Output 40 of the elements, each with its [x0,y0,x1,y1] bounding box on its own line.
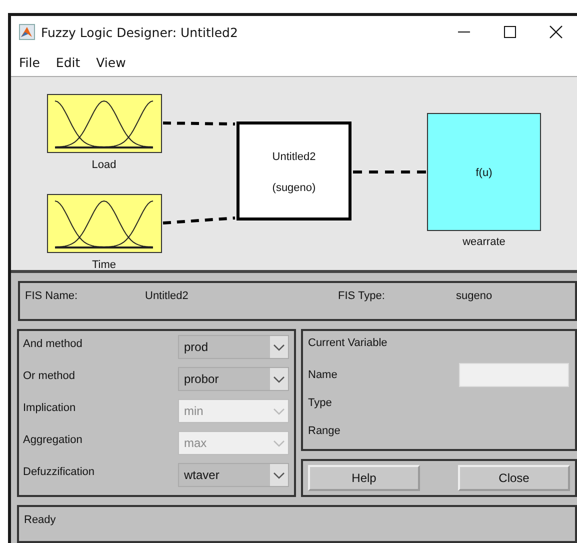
maximize-button[interactable] [503,25,517,39]
menu-item[interactable]: View [96,54,126,70]
chevron-down-icon [270,336,288,358]
input-variable-block[interactable] [47,94,162,153]
system-name: Untitled2 [272,151,316,163]
field-label: Defuzzification [23,465,95,478]
chevron-down-icon [270,368,288,390]
chevron-down-icon [270,464,288,486]
output-variable-label: wearrate [462,236,506,248]
field-label: FIS Type: [338,290,385,302]
field-value: sugeno [456,290,492,302]
window-title: Fuzzy Logic Designer: Untitled2 [41,24,239,40]
dropdown[interactable]: wtaver [178,463,289,487]
output-function: f(u) [476,167,492,179]
button[interactable]: Help [308,465,420,491]
menu-item[interactable]: Edit [56,54,80,70]
field-label: FIS Name: [25,290,78,302]
field-label: And method [23,337,82,350]
input-variable-label: Load [92,159,116,171]
field-label: Implication [23,401,76,414]
input-variable-block[interactable] [47,194,162,253]
button[interactable]: Close [458,465,570,491]
dropdown[interactable]: probor [178,367,289,391]
fis-system-block[interactable] [236,122,352,220]
input-variable-label: Time [92,259,116,271]
field-label: Aggregation [23,433,82,446]
output-variable-block[interactable] [427,113,541,231]
menu-item[interactable]: File [19,54,40,70]
field-label: Name [308,369,338,381]
field-label: Range [308,425,340,437]
dropdown[interactable]: prod [178,335,289,359]
input-field[interactable] [459,363,569,387]
status-text: Ready [24,514,56,526]
system-type: (sugeno) [272,182,316,194]
field-label: Type [308,397,332,409]
field-label: Or method [23,369,75,382]
close-button[interactable] [549,25,563,39]
app-icon [19,24,35,40]
panel-title: Current Variable [308,337,388,349]
field-value: Untitled2 [145,290,188,302]
